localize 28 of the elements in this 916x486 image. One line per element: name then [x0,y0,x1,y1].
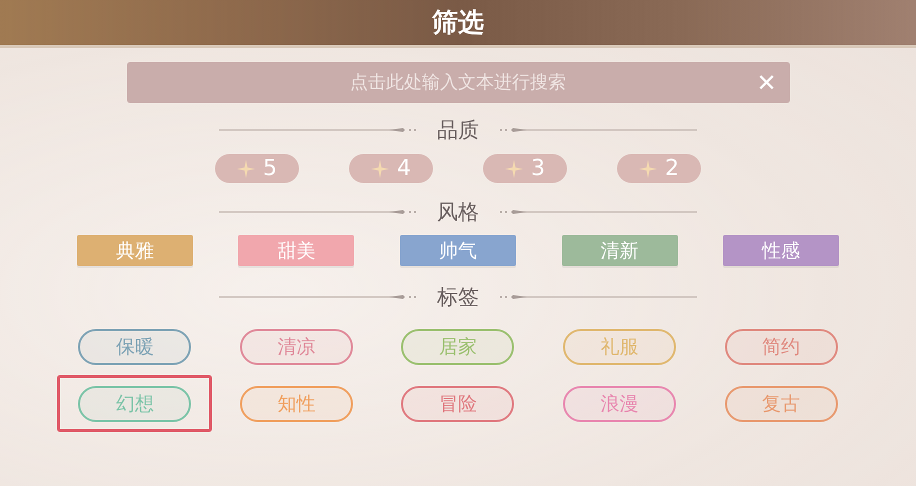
tag-chip[interactable]: 简约 [724,328,838,364]
close-button[interactable]: ✕ [752,68,782,98]
star-filter-button[interactable]: 4 [349,154,433,183]
tag-chip[interactable]: 保暖 [78,328,192,364]
star-icon [639,160,657,178]
star-filter-button[interactable]: 5 [215,154,299,183]
style-chip[interactable]: 典雅 [76,235,193,266]
section-title: 风格 [436,199,480,226]
style-chip[interactable]: 清新 [562,235,678,266]
tag-chip[interactable]: 浪漫 [563,386,676,422]
star-icon [505,160,523,178]
section-title: 标签 [436,284,480,311]
tag-chip[interactable]: 幻想 [78,386,192,422]
style-chip[interactable]: 性感 [723,235,840,266]
section-title: 品质 [436,117,480,144]
tag-chip[interactable]: 复古 [724,386,838,422]
star-filter-button[interactable]: 3 [483,154,567,183]
tag-chip[interactable]: 礼服 [563,328,676,364]
style-chip[interactable]: 帅气 [400,235,516,266]
star-icon [371,160,389,178]
star-filter-button[interactable]: 2 [617,154,701,183]
tag-chip[interactable]: 居家 [401,328,514,364]
star-icon [237,160,255,178]
tag-chip[interactable]: 知性 [240,386,353,422]
style-chip[interactable]: 甜美 [238,235,354,266]
tag-chip[interactable]: 清凉 [240,328,353,364]
window-title: 筛选 [432,7,484,40]
tag-chip[interactable]: 冒险 [401,386,514,422]
